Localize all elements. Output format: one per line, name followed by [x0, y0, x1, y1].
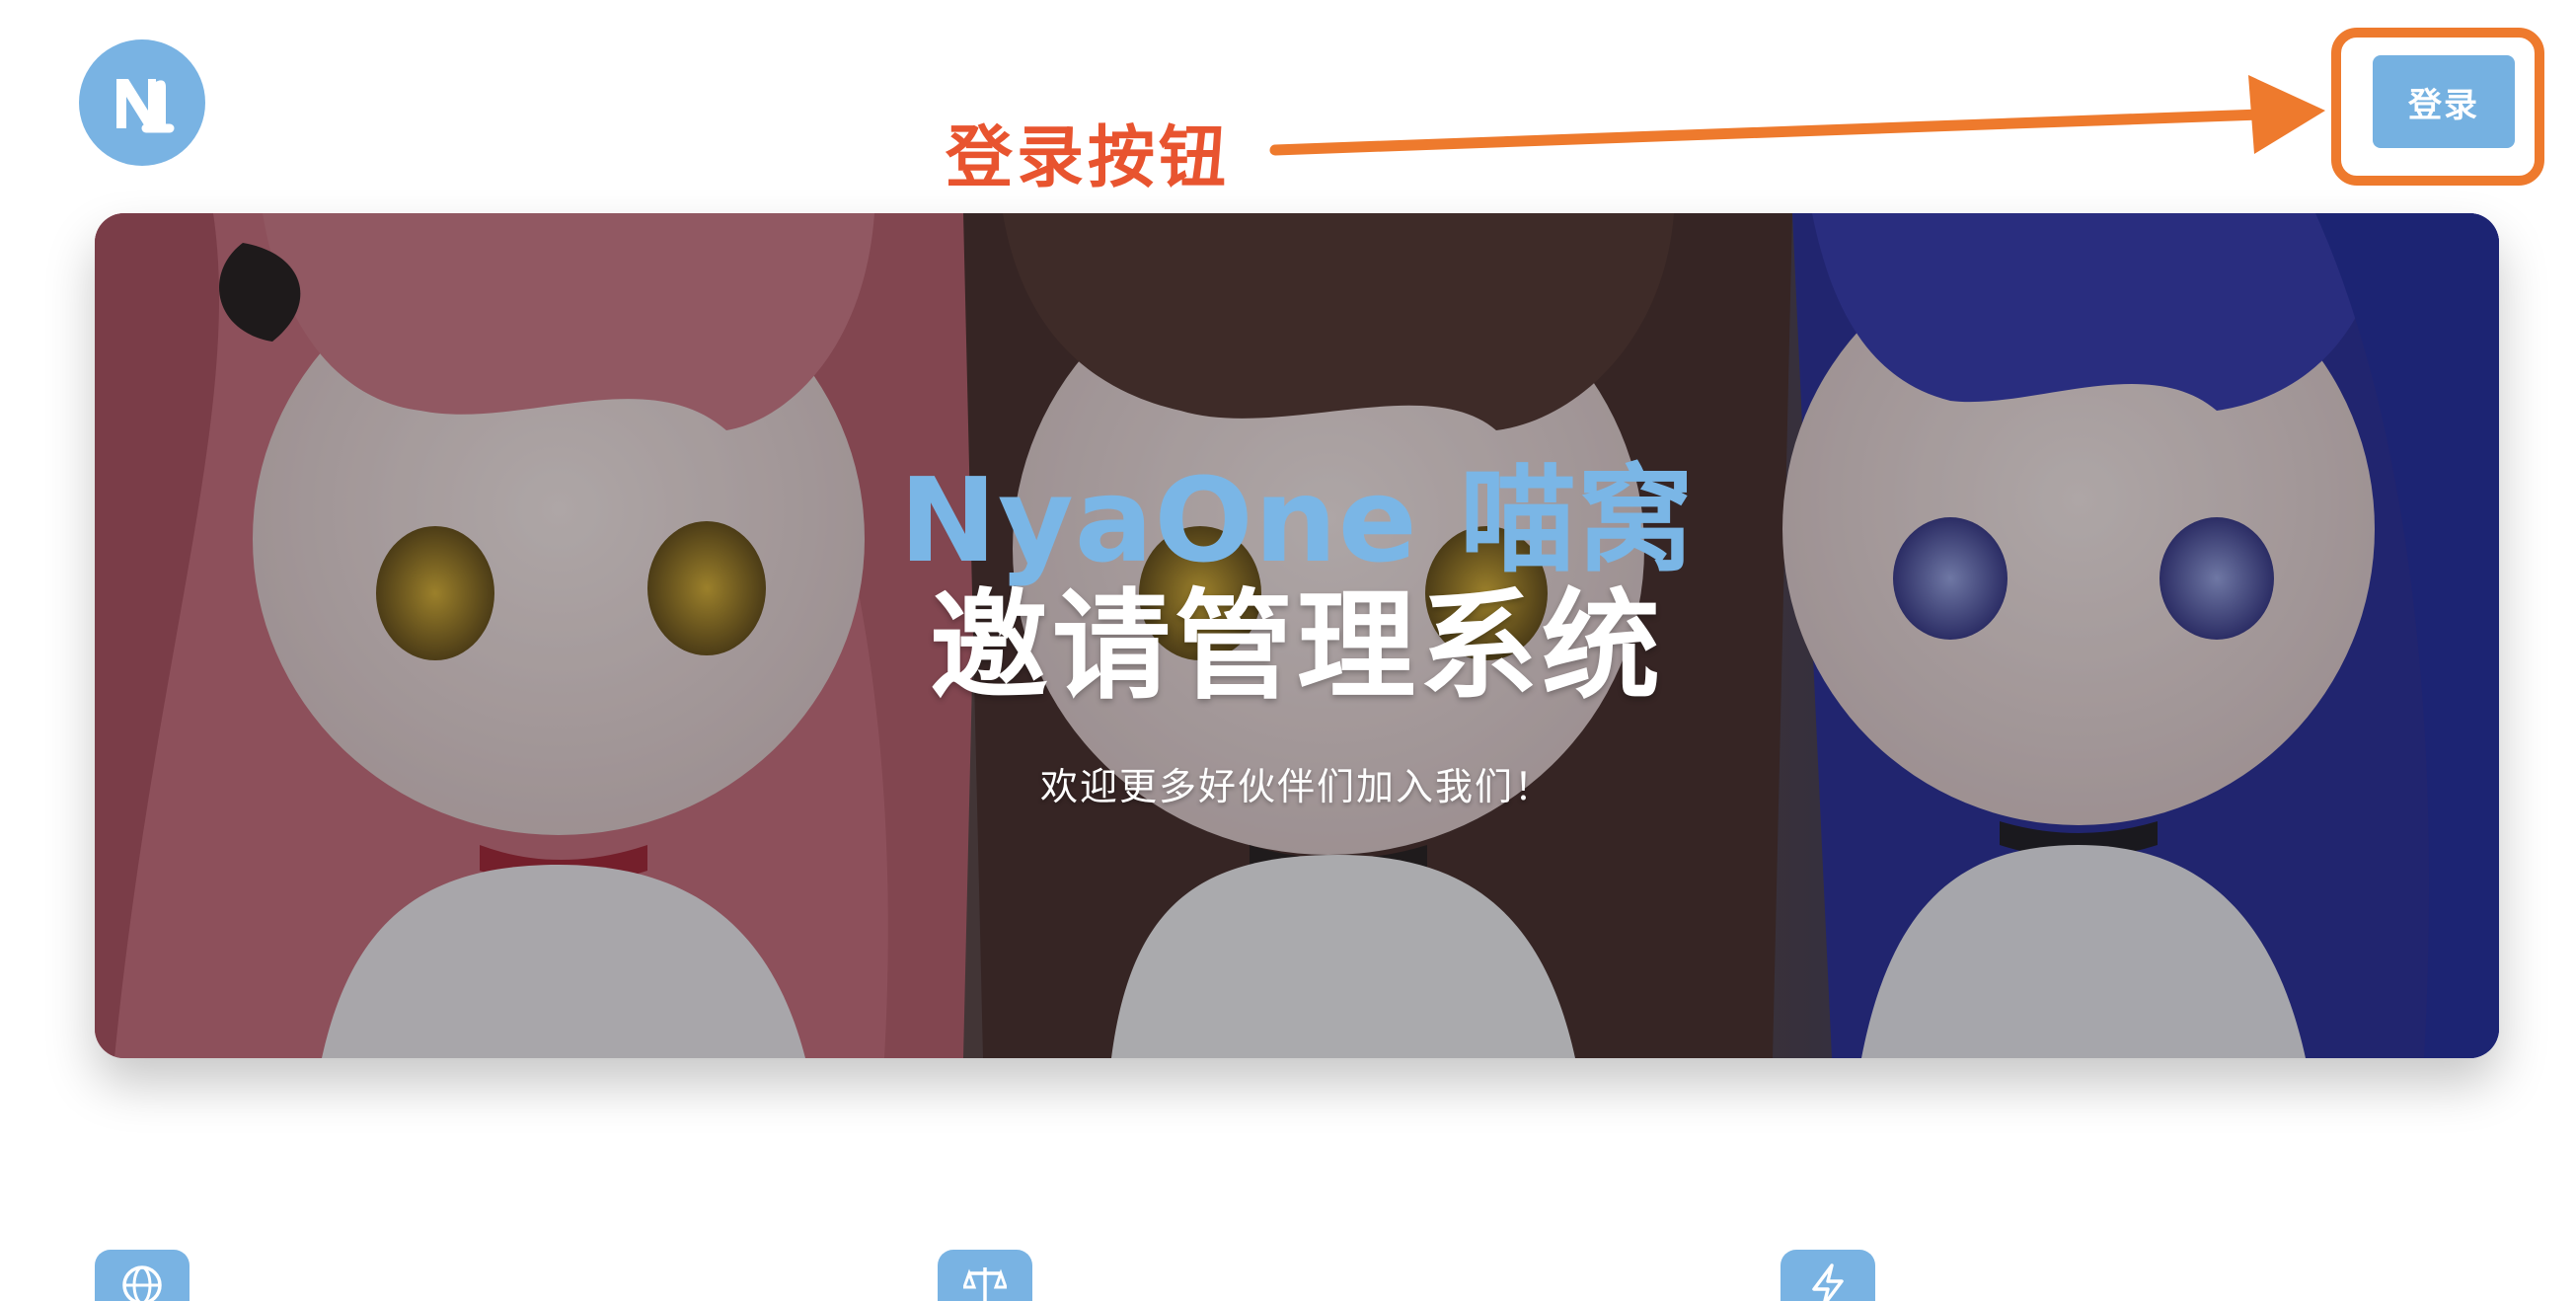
login-button[interactable]: 登录 — [2373, 55, 2515, 148]
hero-banner: NyaOne 喵窝 邀请管理系统 欢迎更多好伙伴们加入我们！ — [95, 213, 2499, 1058]
hero-title-system: 邀请管理系统 — [930, 578, 1664, 716]
page: 登录按钮 登录 NyaOne 喵窝 邀请管理系统 欢迎更多好伙伴们加入我们！ — [0, 0, 2576, 1301]
hero-text-block: NyaOne 喵窝 邀请管理系统 欢迎更多好伙伴们加入我们！ — [95, 458, 2499, 810]
hero-title-brand: NyaOne 喵窝 — [899, 452, 1695, 588]
feature-globe — [95, 1250, 189, 1301]
scale-icon — [963, 1267, 1007, 1301]
feature-lightning — [1780, 1250, 1875, 1301]
globe-icon — [122, 1265, 162, 1301]
hero-subtitle: 欢迎更多好伙伴们加入我们！ — [1039, 765, 1553, 808]
lightning-icon — [1812, 1263, 1844, 1301]
feature-scale — [938, 1250, 1032, 1301]
